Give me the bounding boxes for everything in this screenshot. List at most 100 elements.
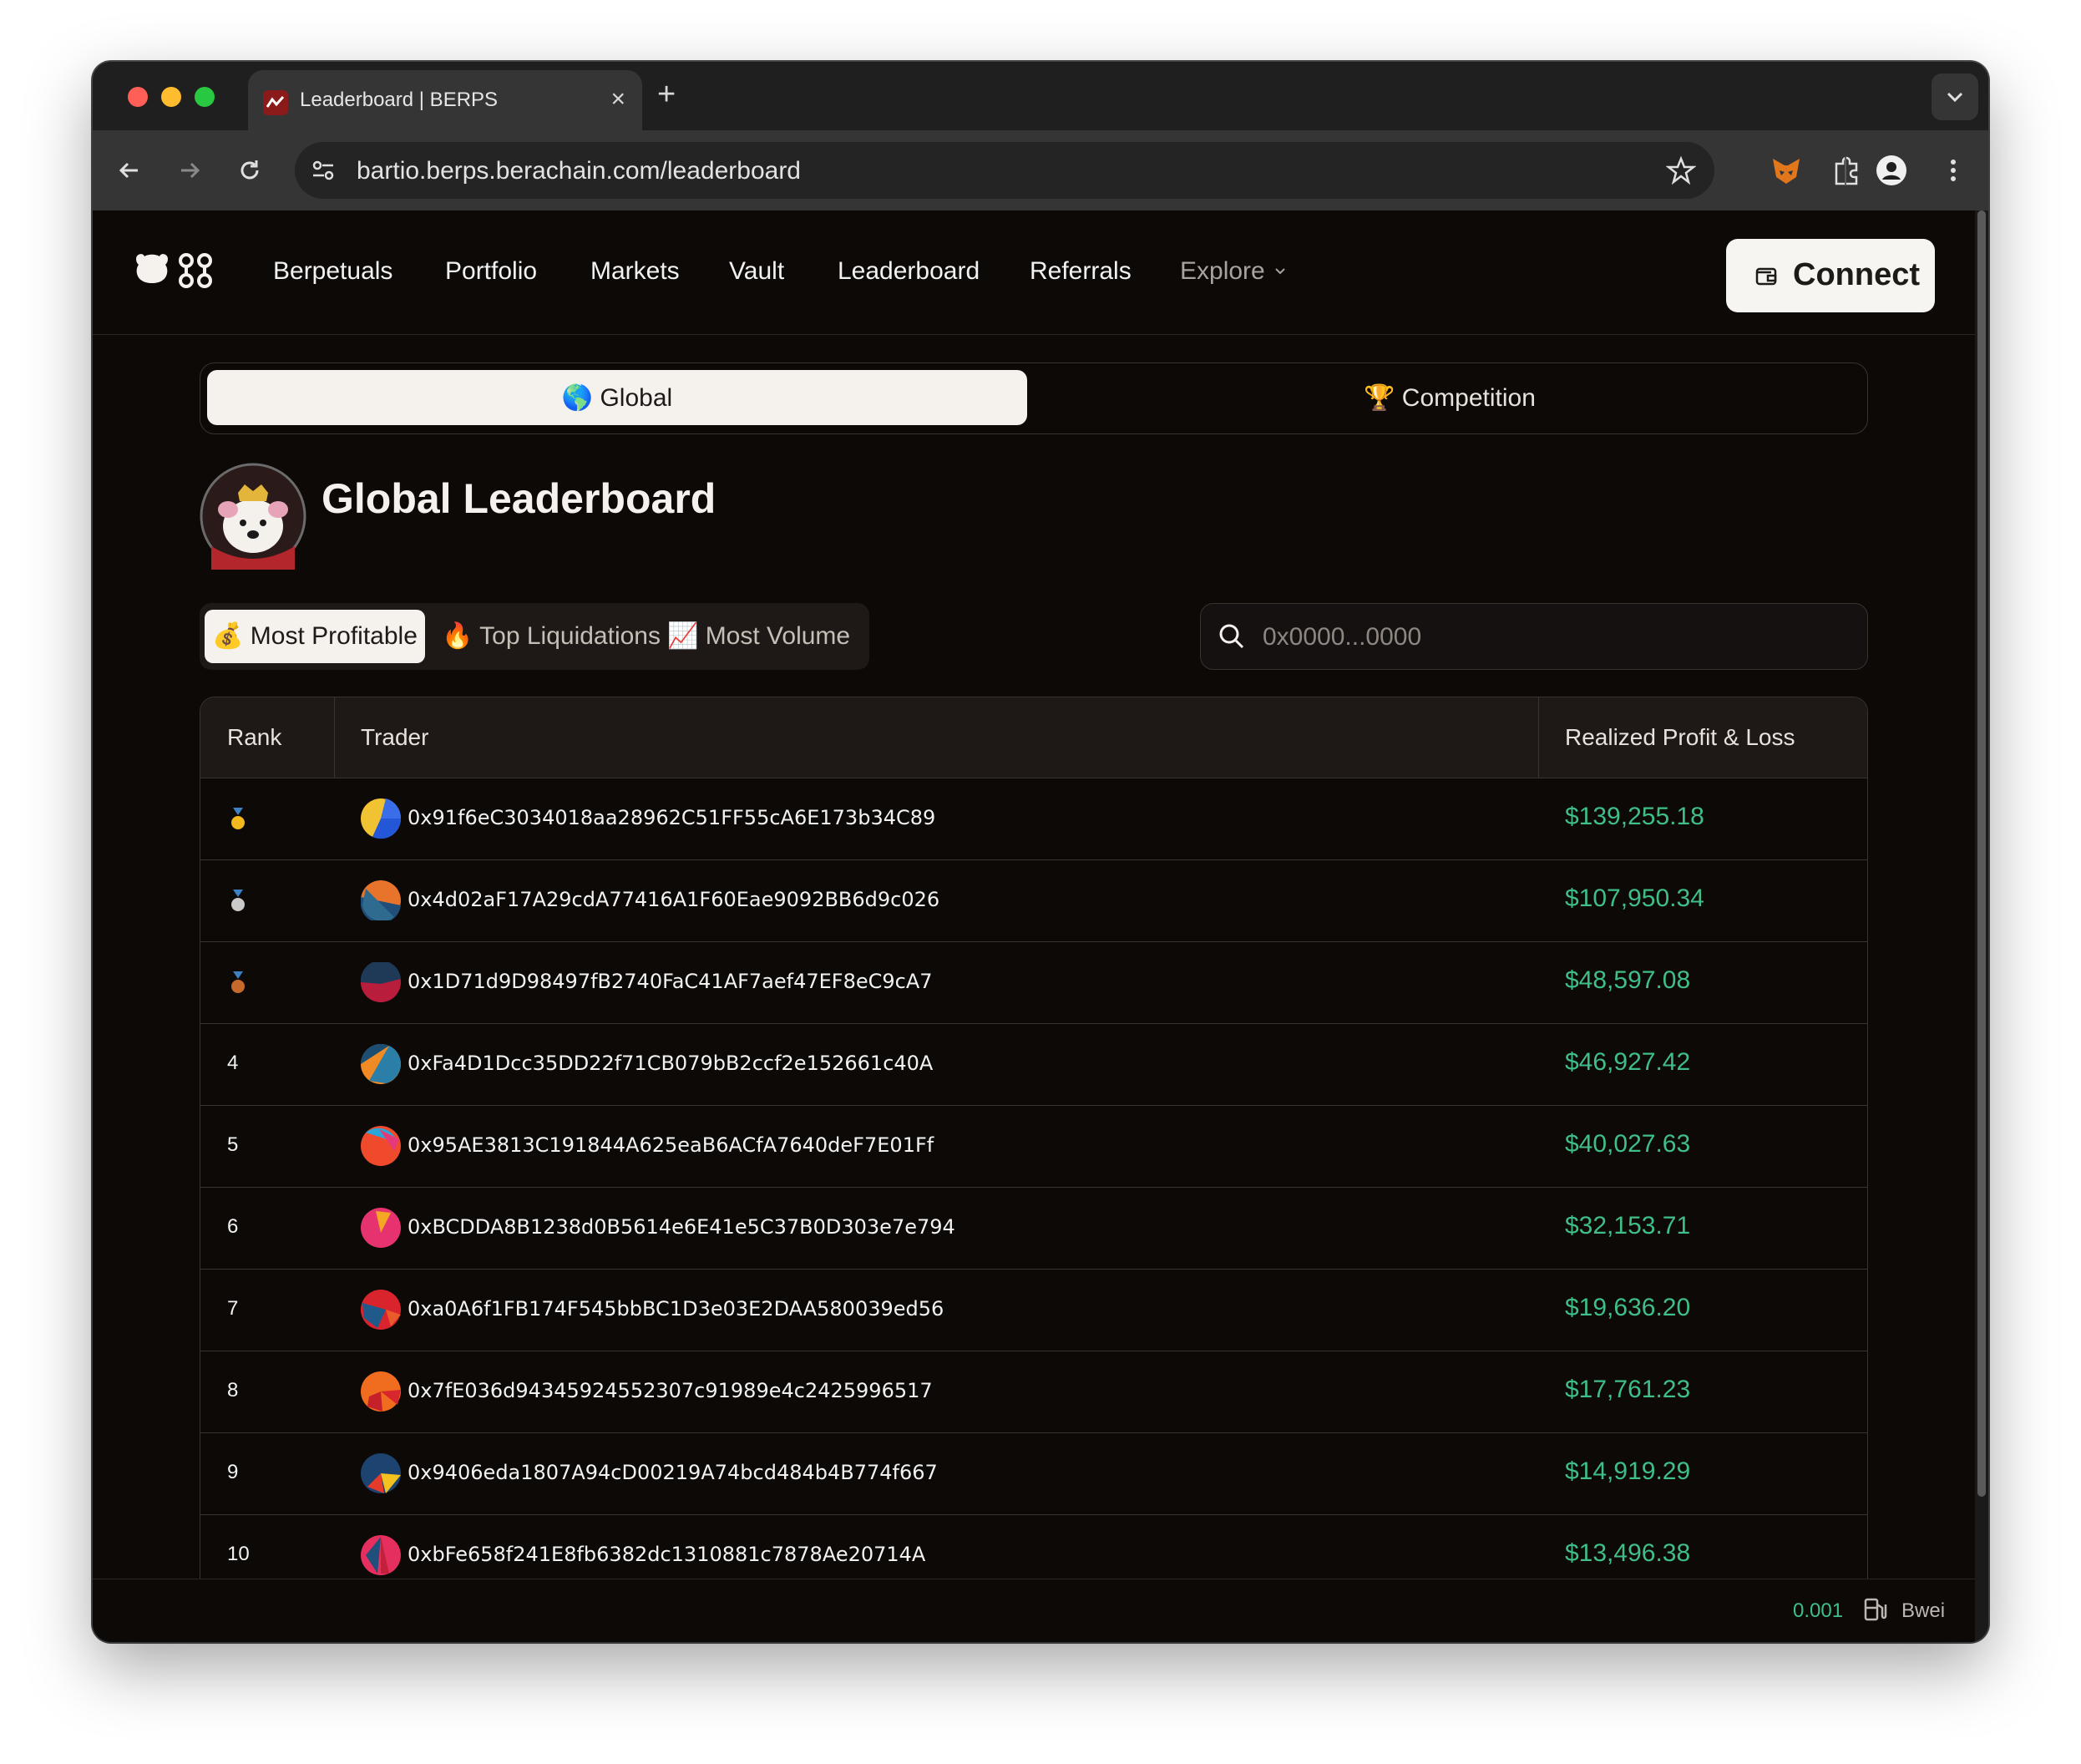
trader-avatar-icon — [361, 798, 401, 839]
trader-address[interactable]: 0x91f6eC3034018aa28962C51FF55cA6E173b34C… — [408, 806, 935, 829]
connect-wallet-button[interactable]: Connect — [1726, 239, 1935, 312]
page-scrollbar[interactable] — [1975, 210, 1988, 1642]
trader-avatar-icon — [361, 880, 401, 920]
tab-global[interactable]: 🌎 Global — [207, 370, 1027, 425]
filter-top-liquidations[interactable]: 🔥 Top Liquidations — [442, 610, 661, 663]
trader-address[interactable]: 0x95AE3813C191844A625eaB6ACfA7640deF7E01… — [408, 1133, 934, 1157]
site-settings-icon[interactable] — [310, 157, 337, 184]
berps-logo-icon[interactable] — [131, 251, 218, 292]
table-row[interactable]: 9 0x9406eda1807A94cD00219A74bcd484b4B774… — [200, 1432, 1867, 1515]
trader-pnl: $46,927.42 — [1565, 1048, 1691, 1076]
rank-number: 5 — [227, 1133, 239, 1156]
tab-global-label: 🌎 Global — [561, 384, 673, 412]
rank-number: 10 — [227, 1543, 250, 1565]
chevron-down-icon — [1947, 92, 1963, 103]
rank-number: 7 — [227, 1297, 239, 1320]
browser-menu-icon[interactable] — [1937, 154, 1970, 187]
tab-title: Leaderboard | BERPS — [300, 89, 499, 111]
trader-avatar-icon — [361, 1453, 401, 1493]
url-text: bartio.berps.berachain.com/leaderboard — [357, 157, 801, 185]
nav-referrals[interactable]: Referrals — [1030, 257, 1132, 286]
bear-king-avatar — [200, 463, 306, 570]
header-divider — [334, 697, 335, 778]
nav-leaderboard[interactable]: Leaderboard — [838, 257, 980, 286]
maximize-window-button[interactable] — [195, 87, 215, 107]
header-rank: Rank — [227, 724, 282, 750]
table-header: Rank Trader Realized Profit & Loss — [200, 697, 1867, 778]
close-window-button[interactable] — [128, 87, 148, 107]
filter-most-profitable[interactable]: 💰 Most Profitable — [205, 610, 425, 663]
filter-most-volume[interactable]: 📈 Most Volume — [667, 610, 850, 663]
table-row[interactable]: 0x1D71d9D98497fB2740FaC41AF7aef47EF8eC9c… — [200, 941, 1867, 1024]
trader-pnl: $40,027.63 — [1565, 1130, 1691, 1158]
nav-portfolio[interactable]: Portfolio — [445, 257, 537, 286]
table-row[interactable]: 0x91f6eC3034018aa28962C51FF55cA6E173b34C… — [200, 778, 1867, 860]
tab-close-icon[interactable]: × — [610, 85, 625, 114]
trader-pnl: $17,761.23 — [1565, 1376, 1691, 1403]
nav-explore[interactable]: Explore — [1180, 257, 1289, 286]
metamask-fox-icon[interactable] — [1770, 154, 1803, 187]
gas-pump-icon — [1864, 1598, 1887, 1621]
rank-number: 6 — [227, 1215, 239, 1238]
silver-medal-icon — [231, 890, 245, 911]
table-row[interactable]: 0x4d02aF17A29cdA77416A1F60Eae9092BB6d9c0… — [200, 859, 1867, 942]
page-title: Global Leaderboard — [322, 475, 716, 522]
trader-address[interactable]: 0xFa4D1Dcc35DD22f71CB079bB2ccf2e152661c4… — [408, 1052, 933, 1075]
trader-address[interactable]: 0x4d02aF17A29cdA77416A1F60Eae9092BB6d9c0… — [408, 888, 939, 911]
tab-competition[interactable]: 🏆 Competition — [1034, 383, 1866, 413]
nav-explore-label: Explore — [1180, 257, 1265, 285]
gas-price-value: 0.001 — [1793, 1599, 1844, 1622]
trader-avatar-icon — [361, 1290, 401, 1330]
back-arrow-icon[interactable] — [114, 155, 144, 185]
trader-avatar-icon — [361, 1044, 401, 1084]
browser-tab[interactable]: Leaderboard | BERPS × — [248, 70, 642, 130]
table-row[interactable]: 6 0xBCDDA8B1238d0B5614e6E41e5C37B0D303e7… — [200, 1187, 1867, 1270]
rank-number: 4 — [227, 1052, 239, 1074]
wallet-icon — [1755, 267, 1777, 286]
new-tab-button[interactable]: + — [657, 79, 676, 110]
header-pnl: Realized Profit & Loss — [1565, 724, 1795, 750]
trader-avatar-icon — [361, 1126, 401, 1166]
trader-address[interactable]: 0x9406eda1807A94cD00219A74bcd484b4B774f6… — [408, 1461, 938, 1484]
trader-pnl: $32,153.71 — [1565, 1212, 1691, 1239]
minimize-window-button[interactable] — [161, 87, 181, 107]
trader-pnl: $139,255.18 — [1565, 803, 1704, 830]
table-row[interactable]: 4 0xFa4D1Dcc35DD22f71CB079bB2ccf2e152661… — [200, 1023, 1867, 1106]
leaderboard-table: Rank Trader Realized Profit & Loss 0x91f… — [200, 697, 1868, 1642]
bronze-medal-icon — [231, 971, 245, 993]
rank-number: 8 — [227, 1379, 239, 1402]
tab-strip: Leaderboard | BERPS × + — [93, 62, 1988, 130]
table-row[interactable]: 8 0x7fE036d94345924552307c91989e4c242599… — [200, 1351, 1867, 1433]
trader-pnl: $13,496.38 — [1565, 1539, 1691, 1567]
trader-address[interactable]: 0x1D71d9D98497fB2740FaC41AF7aef47EF8eC9c… — [408, 970, 933, 993]
table-row[interactable]: 7 0xa0A6f1FB174F545bbBC1D3e03E2DAA580039… — [200, 1269, 1867, 1351]
trader-address[interactable]: 0xbFe658f241E8fb6382dc1310881c7878Ae2071… — [408, 1543, 925, 1566]
search-icon — [1219, 624, 1244, 649]
address-bar[interactable]: bartio.berps.berachain.com/leaderboard — [295, 142, 1714, 199]
nav-berpetuals[interactable]: Berpetuals — [273, 257, 392, 286]
nav-markets[interactable]: Markets — [590, 257, 680, 286]
reload-icon[interactable] — [235, 155, 265, 185]
trader-address[interactable]: 0xa0A6f1FB174F545bbBC1D3e03E2DAA580039ed… — [408, 1297, 944, 1320]
scrollbar-thumb[interactable] — [1977, 210, 1986, 1497]
trader-avatar-icon — [361, 1535, 401, 1575]
search-box — [1200, 603, 1868, 670]
trader-address[interactable]: 0xBCDDA8B1238d0B5614e6E41e5C37B0D303e7e7… — [408, 1215, 955, 1239]
trader-pnl: $14,919.29 — [1565, 1457, 1691, 1485]
bookmark-star-icon[interactable] — [1666, 155, 1696, 185]
leaderboard-segment-control: 🌎 Global 🏆 Competition — [200, 362, 1868, 434]
connect-label: Connect — [1793, 257, 1920, 292]
nav-vault[interactable]: Vault — [729, 257, 784, 286]
profile-avatar-icon[interactable] — [1875, 154, 1908, 187]
table-row[interactable]: 5 0x95AE3813C191844A625eaB6ACfA7640deF7E… — [200, 1105, 1867, 1188]
leaderboard-filters: 💰 Most Profitable 🔥 Top Liquidations 📈 M… — [200, 603, 869, 670]
extensions-puzzle-icon[interactable] — [1830, 154, 1863, 187]
page-content: Berpetuals Portfolio Markets Vault Leade… — [93, 210, 1975, 1642]
tab-search-button[interactable] — [1932, 74, 1978, 120]
search-input[interactable] — [1261, 614, 1849, 661]
gas-unit: Bwei — [1901, 1599, 1946, 1622]
trader-address[interactable]: 0x7fE036d94345924552307c91989e4c24259965… — [408, 1379, 933, 1402]
browser-toolbar: bartio.berps.berachain.com/leaderboard — [93, 130, 1988, 211]
header-trader: Trader — [361, 724, 429, 750]
forward-arrow-icon[interactable] — [175, 155, 205, 185]
